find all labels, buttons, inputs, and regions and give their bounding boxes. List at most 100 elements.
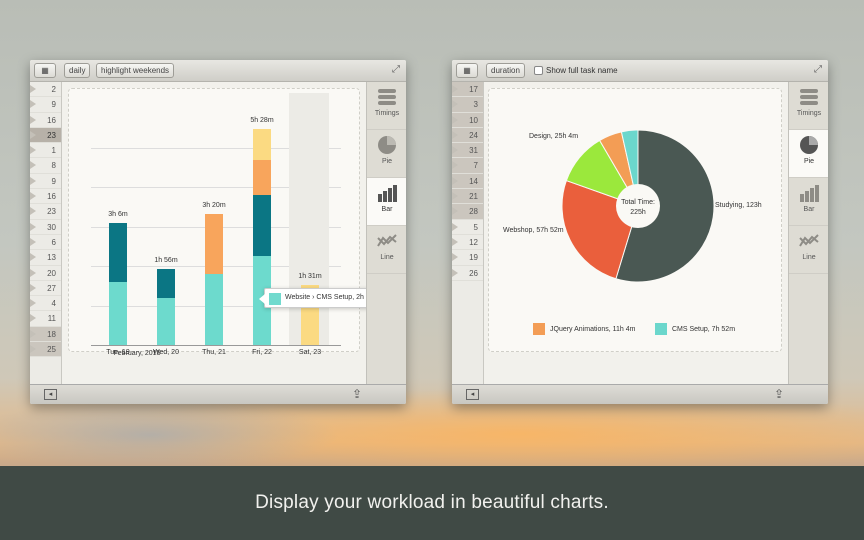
calendar-day[interactable]: 25 xyxy=(30,342,61,358)
calendar-day-number: 21 xyxy=(469,192,478,202)
calendar-tab-marker xyxy=(452,130,458,139)
timings-icon xyxy=(800,89,818,105)
calendar-day-number: 2 xyxy=(51,85,56,94)
calendar-day-number: 17 xyxy=(469,85,478,94)
legend-item: JQuery Animations, 11h 4m xyxy=(533,323,635,336)
calendar-day[interactable]: 24 xyxy=(452,127,483,144)
calendar-day-number: 30 xyxy=(47,222,56,232)
caption-bar: Display your workload in beautiful chart… xyxy=(0,466,864,540)
tab-bar[interactable]: Bar xyxy=(367,178,406,226)
bar-segment[interactable] xyxy=(157,268,175,298)
calendar-day[interactable]: 9 xyxy=(30,97,61,113)
calendar-day[interactable]: 17 xyxy=(452,82,483,98)
line-icon xyxy=(799,234,819,247)
calendar-day[interactable]: 3 xyxy=(452,97,483,113)
x-axis-tick-label: Thu, 21 xyxy=(202,349,226,356)
calendar-day[interactable]: 30 xyxy=(30,220,61,235)
calendar-day[interactable]: 8 xyxy=(30,158,61,174)
bar-total-label: 3h 20m xyxy=(202,201,226,209)
calendar-day-number: 12 xyxy=(469,237,478,247)
calendar-day-number: 10 xyxy=(469,115,478,125)
calendar-tab-marker xyxy=(30,345,36,354)
calendar-day[interactable]: 21 xyxy=(452,189,483,205)
calendar-day[interactable]: 20 xyxy=(30,266,61,281)
grid-view-button[interactable]: ▦ xyxy=(456,63,478,78)
calendar-tab-marker xyxy=(30,207,36,216)
duration-button[interactable]: duration xyxy=(486,63,525,78)
calendar-day[interactable]: 4 xyxy=(30,296,61,312)
bar-segment[interactable] xyxy=(109,222,127,282)
calendar-day-number: 28 xyxy=(469,207,478,217)
caption-text: Display your workload in beautiful chart… xyxy=(255,492,609,513)
calendar-day-number: 4 xyxy=(51,299,56,309)
tab-bar[interactable]: Bar xyxy=(789,178,828,226)
calendar-day[interactable]: 31 xyxy=(452,143,483,159)
tab-line[interactable]: Line xyxy=(367,226,406,274)
share-icon[interactable]: ⇪ xyxy=(352,387,362,401)
bar-total-label: 1h 56m xyxy=(154,256,178,264)
tab-pie[interactable]: Pie xyxy=(789,130,828,178)
calendar-day[interactable]: 18 xyxy=(30,326,61,343)
bar-segment[interactable] xyxy=(253,129,271,160)
calendar-day[interactable]: 14 xyxy=(452,173,483,190)
tab-timings[interactable]: Timings xyxy=(789,82,828,130)
calendar-day-number: 19 xyxy=(469,253,478,263)
calendar-day[interactable]: 23 xyxy=(30,127,61,144)
pie-slice-label: Webshop, 57h 52m xyxy=(503,227,564,234)
daily-button[interactable]: daily xyxy=(64,63,91,78)
x-axis-line xyxy=(91,345,341,346)
tab-line[interactable]: Line xyxy=(789,226,828,274)
expand-icon[interactable]: ⤢ xyxy=(392,64,400,75)
calendar-day-number: 14 xyxy=(469,176,478,186)
calendar-tab-marker xyxy=(30,314,36,323)
calendar-strip[interactable]: 17 3 10 24 31 7 14 21 28 5 12 19 26 xyxy=(452,82,484,384)
calendar-day[interactable]: 16 xyxy=(30,113,61,128)
expand-icon[interactable]: ⤢ xyxy=(814,64,822,75)
calendar-day[interactable]: 28 xyxy=(452,204,483,220)
calendar-day-number: 8 xyxy=(51,161,56,171)
calendar-day[interactable]: 6 xyxy=(30,235,61,251)
calendar-day[interactable]: 11 xyxy=(30,311,61,327)
calendar-day[interactable]: 1 xyxy=(30,143,61,159)
legend-swatch xyxy=(655,323,667,335)
calendar-tab-marker xyxy=(30,329,36,338)
bar-segment[interactable] xyxy=(157,297,175,345)
bar-segment[interactable] xyxy=(253,159,271,196)
calendar-tab-marker xyxy=(452,176,458,185)
calendar-day[interactable]: 16 xyxy=(30,189,61,205)
calendar-day[interactable]: 23 xyxy=(30,204,61,220)
calendar-strip[interactable]: 2 9 16 23 1 8 9 16 23 30 6 13 20 27 4 11 18 25 xyxy=(30,82,62,384)
calendar-day[interactable]: 26 xyxy=(452,266,483,281)
calendar-day[interactable]: 27 xyxy=(30,281,61,297)
pie-slice-label: Studying, 123h xyxy=(715,202,762,209)
calendar-day-number: 3 xyxy=(473,100,478,110)
calendar-day[interactable]: 2 xyxy=(30,82,61,98)
pie-chart: Total Time: 225h Studying, 123h Webshop, 5… xyxy=(488,88,782,352)
calendar-day-number: 5 xyxy=(473,222,478,232)
calendar-day[interactable]: 19 xyxy=(452,250,483,266)
share-icon[interactable]: ⇪ xyxy=(774,387,784,401)
calendar-day[interactable]: 9 xyxy=(30,174,61,190)
bar-segment[interactable] xyxy=(205,274,223,345)
show-full-task-checkbox[interactable] xyxy=(534,66,543,75)
calendar-day-number: 25 xyxy=(47,345,56,355)
tab-timings[interactable]: Timings xyxy=(367,82,406,130)
calendar-tab-marker xyxy=(452,161,458,170)
calendar-day[interactable]: 7 xyxy=(452,158,483,174)
legend-item: CMS Setup, 7h 52m xyxy=(655,323,735,336)
calendar-day[interactable]: 10 xyxy=(452,112,483,128)
sidebar-toggle-icon[interactable]: ◂ xyxy=(44,389,57,400)
tab-pie[interactable]: Pie xyxy=(367,130,406,178)
toolbar: ▦ duration Show full task name ⤢ xyxy=(452,60,828,82)
bar-segment[interactable] xyxy=(253,195,271,257)
sidebar-toggle-icon[interactable]: ◂ xyxy=(466,389,479,400)
chart-type-tabs: Timings Pie Bar Line xyxy=(788,82,828,384)
highlight-weekends-button[interactable]: highlight weekends xyxy=(96,63,175,78)
calendar-day-number: 24 xyxy=(469,130,478,140)
calendar-day[interactable]: 13 xyxy=(30,250,61,266)
calendar-day[interactable]: 12 xyxy=(452,235,483,251)
calendar-day[interactable]: 5 xyxy=(452,220,483,235)
bar-segment[interactable] xyxy=(205,213,223,274)
grid-view-button[interactable]: ▦ xyxy=(34,63,56,78)
bar-segment[interactable] xyxy=(109,281,127,345)
